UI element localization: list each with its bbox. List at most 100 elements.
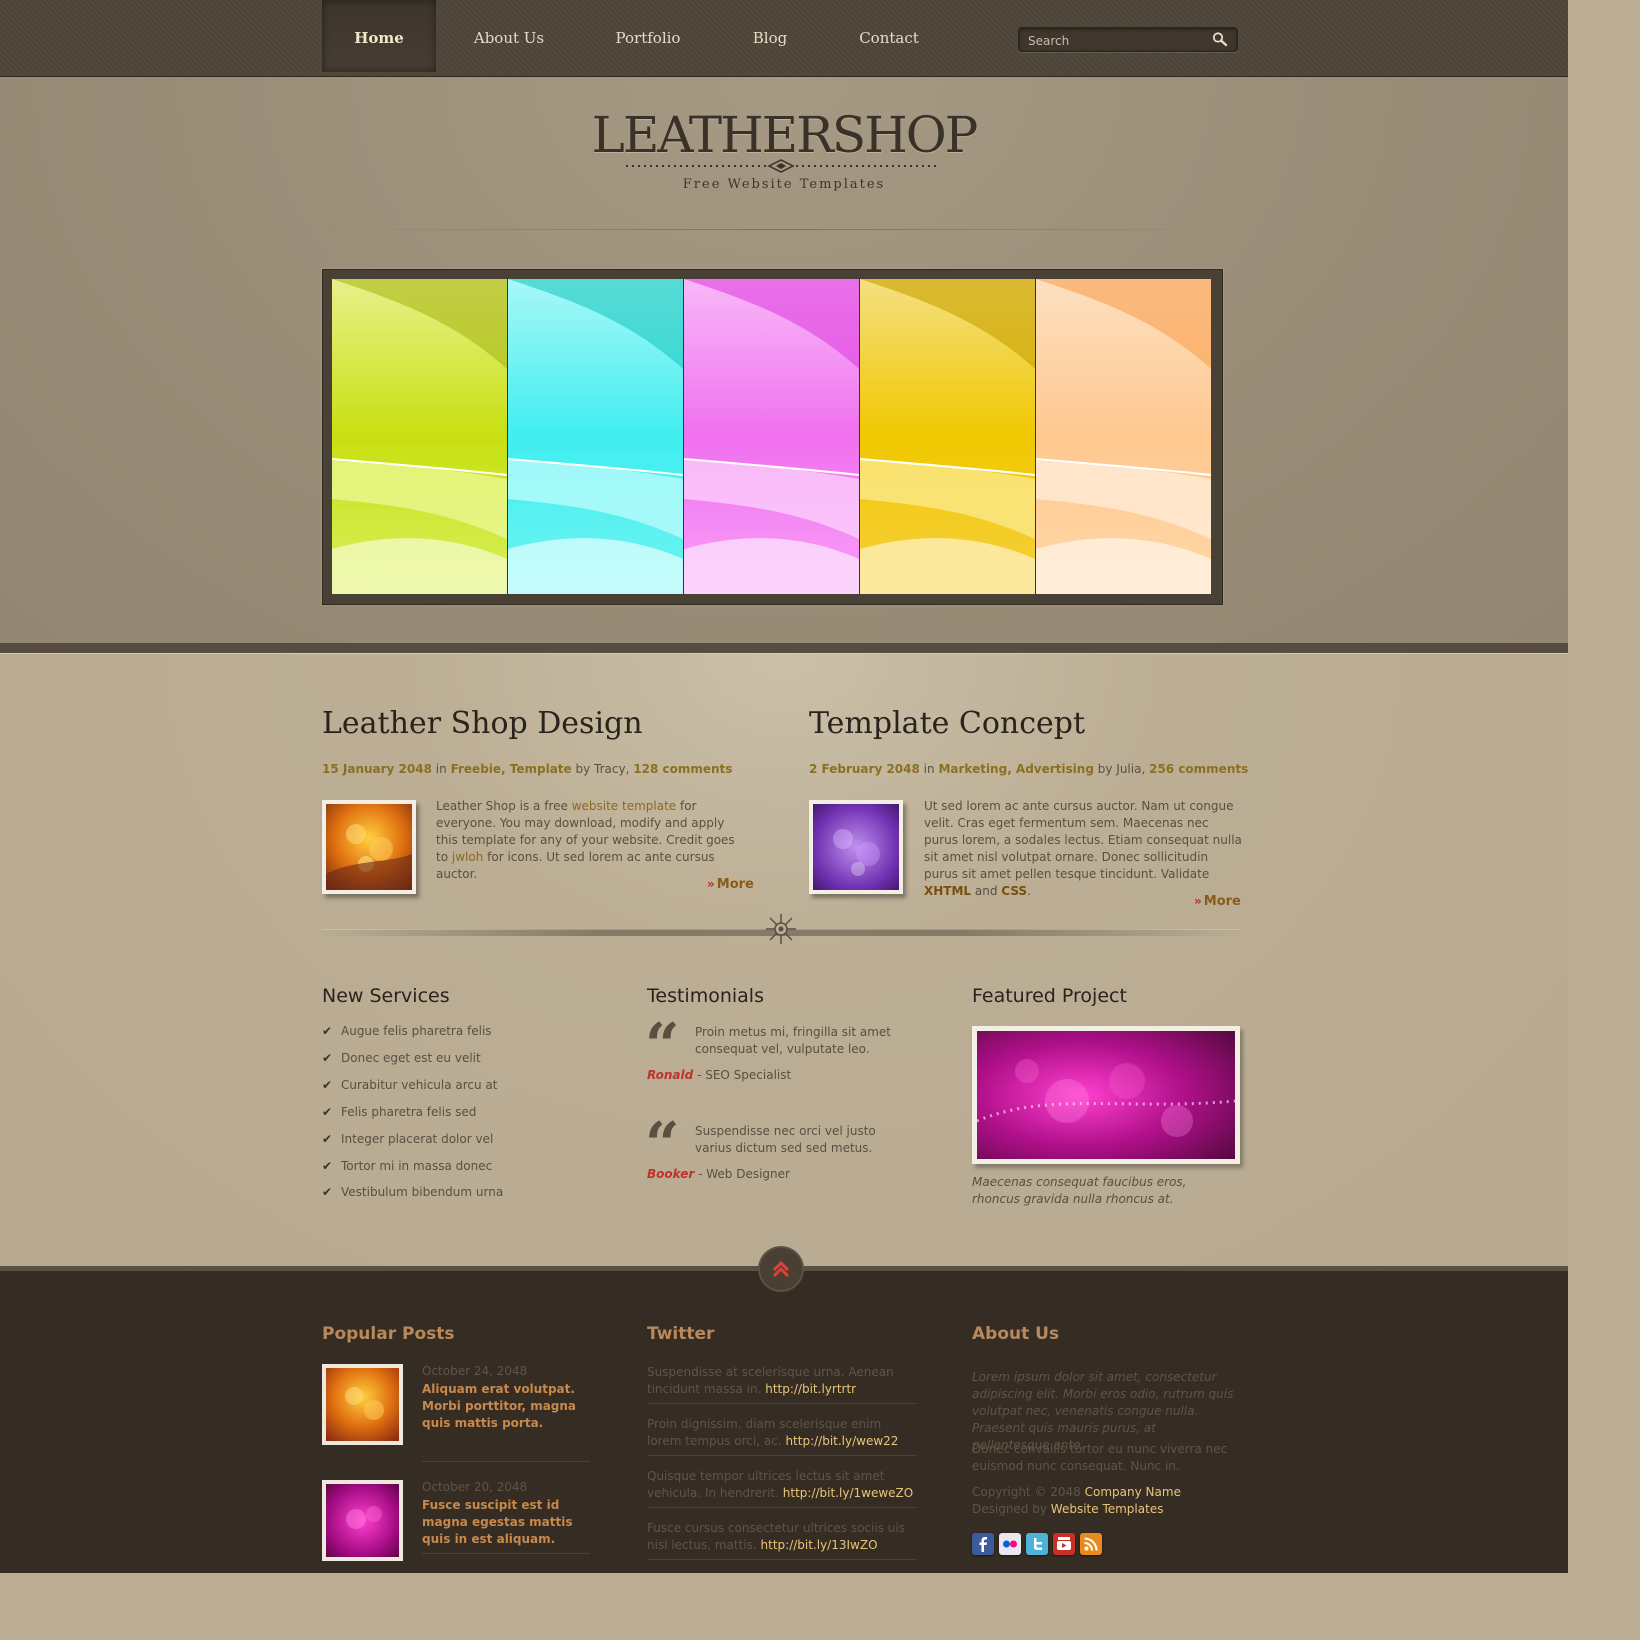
double-chevron-right-icon: » [1194, 894, 1202, 908]
twitter-title: Twitter [647, 1324, 715, 1344]
testimonial-text: Proin metus mi, fringilla sit amet conse… [695, 1025, 892, 1056]
divider [647, 1403, 917, 1404]
popular-posts-title: Popular Posts [322, 1324, 455, 1344]
featured-caption: Maecenas consequat faucibus eros, rhoncu… [972, 1175, 1187, 1206]
css-link[interactable]: CSS [1001, 884, 1027, 898]
testimonial-text: Suspendisse nec orci vel justo varius di… [695, 1124, 876, 1155]
flickr-icon[interactable] [999, 1533, 1021, 1555]
post-date: 15 January 2048 [322, 762, 432, 776]
search-box [1018, 27, 1238, 52]
checkmark-icon: ✔ [322, 1159, 333, 1173]
main-content: Leather Shop Design 15 January 2048 in F… [0, 654, 1568, 1266]
popular-post-date: October 24, 2048 [422, 1364, 528, 1378]
list-item: ✔ Integer placerat dolor vel [322, 1132, 494, 1146]
post-categories[interactable]: Freebie, Template [451, 762, 572, 776]
website-template-link[interactable]: website template [572, 799, 676, 813]
nav-portfolio[interactable]: Portfolio [594, 0, 702, 72]
divider [422, 1553, 590, 1554]
logo-ornament [626, 159, 936, 173]
search-input[interactable] [1026, 31, 1210, 50]
slide-cyan[interactable] [508, 279, 684, 594]
list-item: ✔ Vestibulum bibendum urna [322, 1185, 504, 1199]
website-templates-link[interactable]: Website Templates [1051, 1502, 1164, 1516]
twitter-icon[interactable] [1026, 1533, 1048, 1555]
testimonial-author: Ronald - SEO Specialist [647, 1068, 792, 1082]
tweet: Proin dignissim, diam scelerisque enim l… [647, 1417, 899, 1448]
list-item: ✔ Donec eget est eu velit [322, 1051, 481, 1065]
double-chevron-up-icon [772, 1260, 790, 1278]
nav-about-us[interactable]: About Us [456, 0, 562, 72]
post-comments-link[interactable]: 128 comments [633, 762, 732, 776]
logo-title: LEATHERSHOP [591, 106, 979, 164]
checkmark-icon: ✔ [322, 1105, 333, 1119]
magnifier-icon[interactable] [1211, 31, 1229, 48]
list-item: ✔ Felis pharetra felis sed [322, 1105, 477, 1119]
popular-post-title[interactable]: Fusce suscipit est id magna egestas matt… [422, 1497, 592, 1548]
divider [647, 1455, 917, 1456]
popular-post-thumbnail[interactable] [322, 1364, 403, 1445]
post-thumbnail[interactable] [809, 800, 903, 894]
divider [647, 1559, 917, 1560]
testimonial-author: Booker - Web Designer [647, 1167, 790, 1181]
tweet: Quisque tempor ultrices lectus sit amet … [647, 1469, 914, 1500]
post-author: by Tracy, [575, 762, 630, 776]
post-thumbnail[interactable] [322, 800, 416, 894]
list-item: ✔ Curabitur vehicula arcu at [322, 1078, 498, 1092]
double-chevron-right-icon: » [707, 877, 715, 891]
copyright: Copyright © 2048 Company Name [972, 1485, 1181, 1499]
top-navigation-bar: Home About Us Portfolio Blog Contact [0, 0, 1568, 77]
nav-contact[interactable]: Contact [842, 0, 936, 72]
jwloh-link[interactable]: jwloh [452, 850, 483, 864]
logo-subtitle: Free Website Templates [682, 177, 886, 192]
popular-post-thumbnail[interactable] [322, 1480, 403, 1561]
slide-lime[interactable] [332, 279, 508, 594]
checkmark-icon: ✔ [322, 1185, 333, 1199]
post-categories[interactable]: Marketing, Advertising [938, 762, 1093, 776]
rss-icon[interactable] [1080, 1533, 1102, 1555]
tweet-link[interactable]: http://bit.ly/13IwZO [761, 1538, 878, 1552]
facebook-icon[interactable] [972, 1533, 994, 1555]
divider [647, 1507, 917, 1508]
checkmark-icon: ✔ [322, 1078, 333, 1092]
nav-blog[interactable]: Blog [732, 0, 808, 72]
post-title[interactable]: Template Concept [809, 706, 1085, 741]
checkmark-icon: ✔ [322, 1051, 333, 1065]
ornament-flower-icon [766, 914, 796, 944]
list-item: ✔ Augue felis pharetra felis [322, 1024, 492, 1038]
site-header: LEATHERSHOP Free Website Templates [0, 77, 1568, 643]
post-comments-link[interactable]: 256 comments [1149, 762, 1248, 776]
youtube-icon[interactable] [1053, 1533, 1075, 1555]
popular-post-title[interactable]: Aliquam erat volutpat. Morbi porttitor, … [422, 1381, 592, 1432]
xhtml-link[interactable]: XHTML [924, 884, 971, 898]
slide-peach[interactable] [1036, 279, 1211, 594]
tweet: Fusce cursus consectetur ultrices sociis… [647, 1521, 905, 1552]
site-footer: Popular Posts October 24, 2048 Aliquam e… [0, 1266, 1568, 1573]
list-item: ✔ Tortor mi in massa donec [322, 1159, 493, 1173]
about-us-title: About Us [972, 1324, 1060, 1344]
quote-icon: “ [645, 1011, 680, 1081]
nav-home[interactable]: Home [322, 0, 436, 72]
tweet-link[interactable]: http://bit.ly/wew22 [785, 1434, 898, 1448]
post-meta: 2 February 2048 in Marketing, Advertisin… [809, 762, 1248, 776]
post-meta: 15 January 2048 in Freebie, Template by … [322, 762, 732, 776]
tweet: Suspendisse at scelerisque urna. Aenean … [647, 1365, 894, 1396]
quote-icon: “ [645, 1110, 680, 1180]
logo[interactable]: LEATHERSHOP Free Website Templates [0, 107, 1568, 192]
company-name-link[interactable]: Company Name [1085, 1485, 1181, 1499]
slide-magenta[interactable] [684, 279, 860, 594]
about-text-secondary: Donec convallis tortor eu nunc viverra n… [972, 1442, 1228, 1473]
image-slider [322, 269, 1223, 605]
designed-by: Designed by Website Templates [972, 1502, 1164, 1516]
testimonials-title: Testimonials [647, 985, 764, 1007]
tweet-link[interactable]: http://bit.lyrtrtr [765, 1382, 856, 1396]
featured-project-image[interactable] [972, 1026, 1240, 1164]
slide-yellow[interactable] [860, 279, 1036, 594]
header-band [0, 643, 1568, 654]
post-title[interactable]: Leather Shop Design [322, 706, 643, 741]
featured-title: Featured Project [972, 985, 1127, 1007]
more-link[interactable]: » More [1194, 894, 1241, 909]
checkmark-icon: ✔ [322, 1024, 333, 1038]
tweet-link[interactable]: http://bit.ly/1weweZO [783, 1486, 913, 1500]
back-to-top-button[interactable] [760, 1248, 802, 1290]
more-link[interactable]: » More [707, 877, 754, 892]
